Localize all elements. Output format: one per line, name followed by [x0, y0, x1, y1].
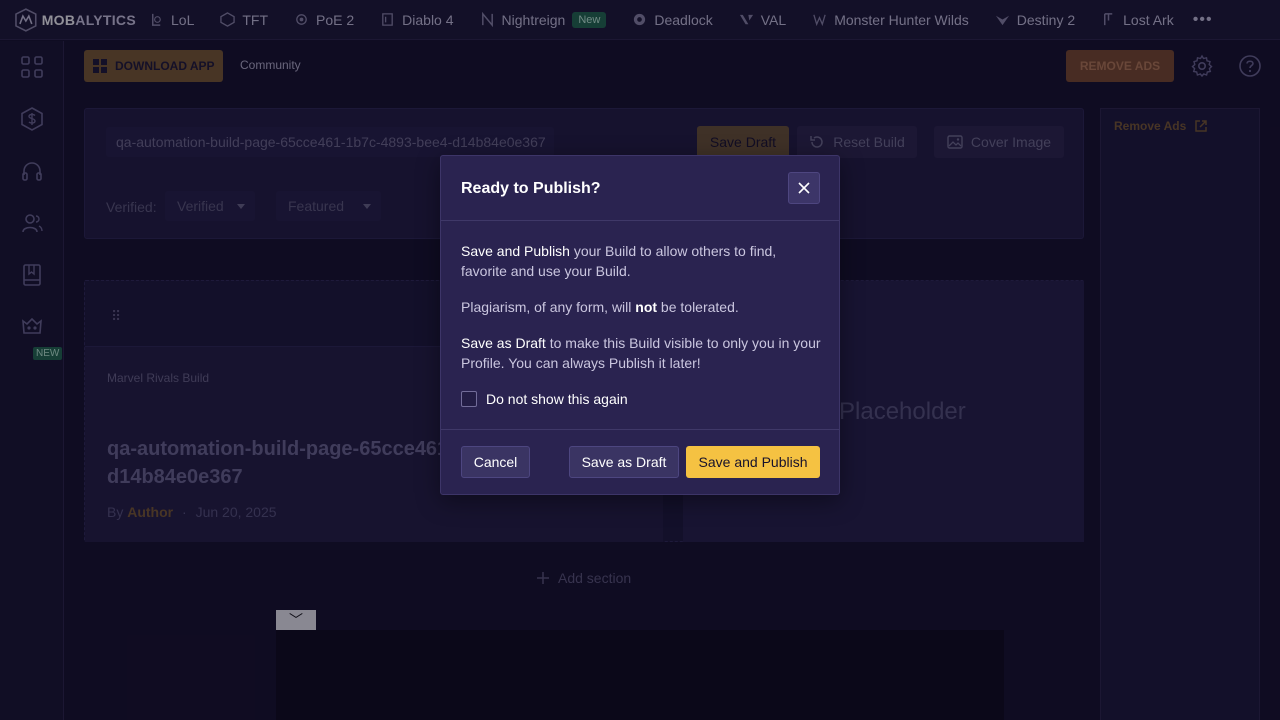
draft-paragraph: Save as Draft to make this Build visible… — [461, 335, 821, 371]
modal-header: Ready to Publish? — [441, 156, 839, 221]
close-icon — [798, 182, 810, 194]
cancel-button[interactable]: Cancel — [461, 446, 530, 478]
modal-title: Ready to Publish? — [461, 180, 601, 197]
modal-body: Save and Publish your Build to allow oth… — [461, 241, 821, 389]
plagiarism-paragraph: Plagiarism, of any form, will not be tol… — [461, 299, 739, 315]
modal-footer-divider — [441, 429, 839, 430]
save-as-draft-button[interactable]: Save as Draft — [569, 446, 679, 478]
close-button[interactable] — [788, 172, 820, 204]
publish-paragraph: Save and Publish your Build to allow oth… — [461, 243, 777, 279]
do-not-show-again-row[interactable]: Do not show this again — [461, 391, 628, 407]
publish-modal: Ready to Publish? Save and Publish your … — [440, 155, 840, 495]
do-not-show-again-checkbox[interactable] — [461, 391, 477, 407]
do-not-show-again-label[interactable]: Do not show this again — [486, 391, 628, 407]
save-and-publish-button[interactable]: Save and Publish — [686, 446, 820, 478]
